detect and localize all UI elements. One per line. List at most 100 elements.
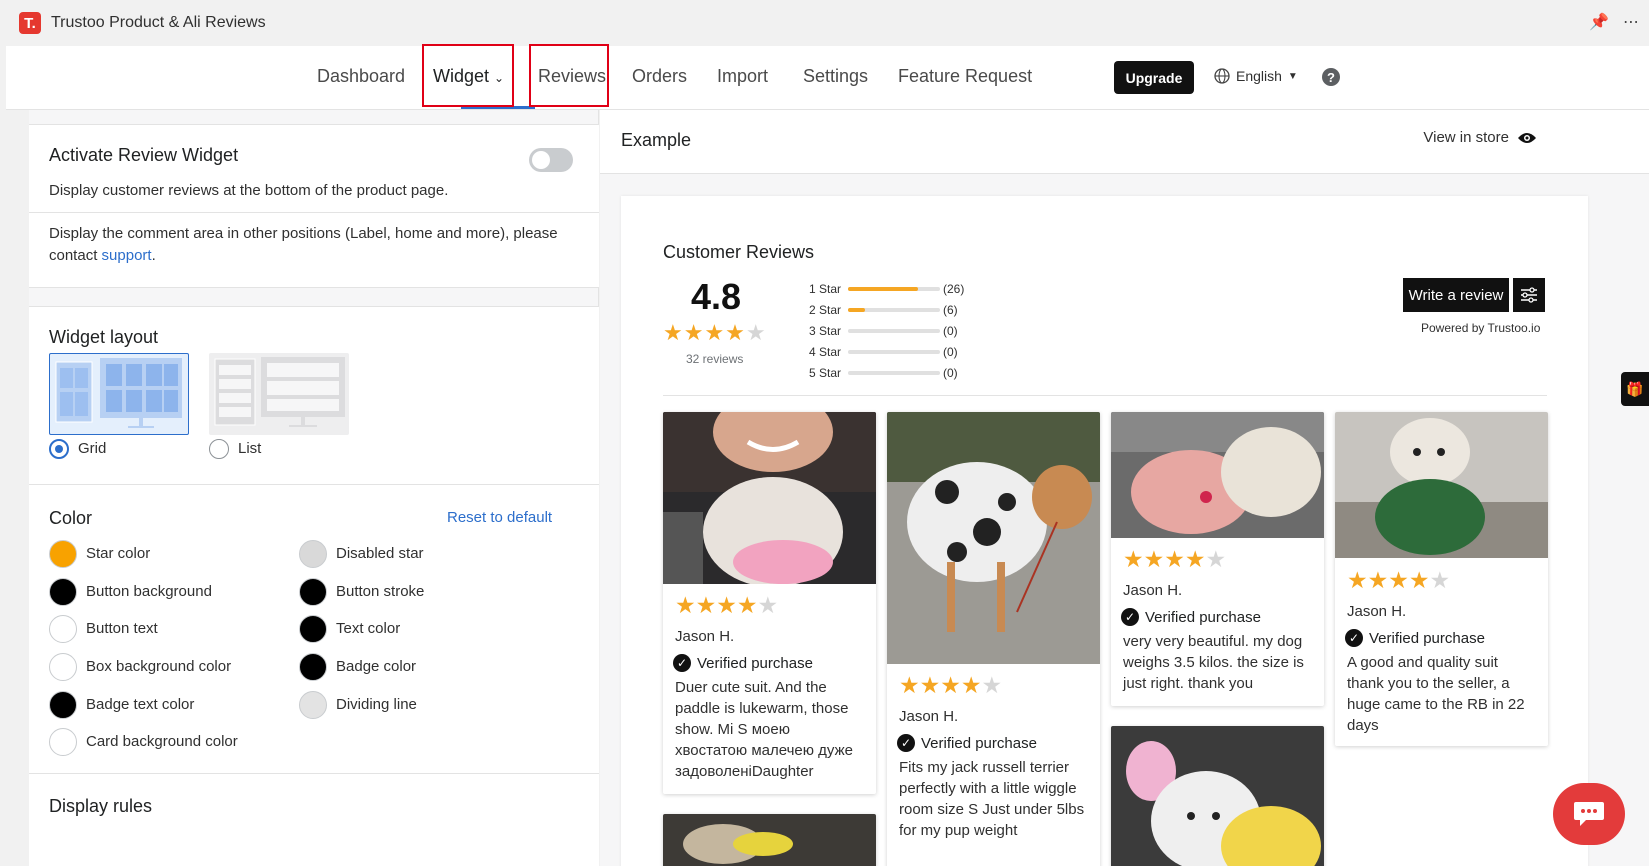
support-link[interactable]: support	[102, 247, 152, 264]
distribution-count: (0)	[943, 345, 958, 359]
distribution-fill	[848, 308, 865, 312]
nav-dashboard[interactable]: Dashboard	[317, 66, 405, 87]
review-card[interactable]: ★★★★★ Jason H. ✓ Verified purchase very v…	[1111, 412, 1324, 706]
review-photo[interactable]	[1335, 412, 1548, 558]
color-swatch[interactable]	[299, 578, 327, 606]
example-title: Example	[621, 130, 692, 150]
review-stars: ★★★★★	[899, 672, 1003, 698]
nav-import[interactable]: Import	[717, 66, 768, 87]
caret-down-icon: ▼	[1287, 70, 1298, 82]
color-swatch[interactable]	[49, 578, 77, 606]
language-selector[interactable]: English ▼	[1214, 68, 1298, 84]
list-layout-thumbnail[interactable]	[209, 353, 349, 435]
grid-radio[interactable]	[49, 439, 69, 459]
check-icon: ✓	[1345, 629, 1363, 647]
color-swatch-label: Dividing line	[336, 696, 417, 713]
verified-badge: ✓ Verified purchase	[673, 654, 813, 672]
view-in-store-label: View in store	[1423, 129, 1509, 146]
settings-panel: Activate Review Widget Display customer …	[29, 110, 599, 866]
verified-badge: ✓ Verified purchase	[1345, 629, 1485, 647]
review-text: Duer cute suit. And the paddle is lukewa…	[675, 679, 853, 780]
distribution-label: 2 Star	[809, 303, 842, 317]
color-swatch[interactable]	[299, 653, 327, 681]
color-swatch-label: Button text	[86, 620, 158, 637]
color-swatch[interactable]	[49, 540, 77, 568]
help-icon[interactable]: ?	[1322, 68, 1340, 86]
distribution-bar	[848, 308, 940, 312]
color-card: Color Reset to default Star color Button …	[29, 484, 599, 774]
activate-card: Activate Review Widget Display customer …	[29, 124, 599, 288]
reviewer-name: Jason H.	[899, 708, 959, 725]
color-swatch-label: Disabled star	[336, 545, 424, 562]
highlight-widget	[422, 44, 514, 107]
reset-default-link[interactable]: Reset to default	[447, 507, 552, 529]
review-stars: ★★★★★	[1347, 567, 1451, 593]
top-nav: Dashboard Widget ⌄ Reviews Orders Import…	[6, 46, 1649, 110]
app-title: Trustoo Product & Ali Reviews	[51, 14, 266, 31]
upgrade-button[interactable]: Upgrade	[1114, 61, 1194, 94]
verified-label: Verified purchase	[921, 734, 1037, 752]
verified-label: Verified purchase	[697, 654, 813, 672]
layout-title: Widget layout	[49, 327, 159, 347]
color-swatch[interactable]	[49, 728, 77, 756]
color-swatch-label: Badge text color	[86, 696, 195, 713]
list-label: List	[238, 440, 262, 457]
sliders-icon	[1521, 287, 1537, 303]
pin-icon[interactable]: 📌	[1589, 12, 1609, 32]
distribution-label: 5 Star	[809, 366, 842, 380]
grid-layout-thumbnail[interactable]	[49, 353, 189, 435]
more-icon[interactable]: ⋯	[1623, 12, 1639, 32]
distribution-label: 4 Star	[809, 345, 842, 359]
nav-orders[interactable]: Orders	[632, 66, 687, 87]
color-swatch[interactable]	[49, 615, 77, 643]
list-radio[interactable]	[209, 439, 229, 459]
chat-button[interactable]	[1553, 783, 1625, 845]
distribution-label: 3 Star	[809, 324, 842, 338]
verified-badge: ✓ Verified purchase	[1121, 608, 1261, 626]
review-card[interactable]	[1111, 726, 1324, 866]
review-card[interactable]: ★★★★★ Jason H. ✓ Verified purchase Duer c…	[663, 412, 876, 794]
app-logo: T.	[19, 12, 41, 34]
chat-icon	[1574, 802, 1604, 826]
activate-toggle[interactable]	[529, 148, 573, 172]
distribution-label: 1 Star	[809, 282, 842, 296]
review-photo[interactable]	[663, 814, 876, 866]
preview-area: Customer Reviews 4.8 ★★★★★ 32 reviews Wr…	[600, 174, 1649, 866]
layout-card: Widget layout Grid List	[29, 306, 599, 486]
language-label: English	[1236, 68, 1282, 84]
color-swatch-label: Star color	[86, 545, 151, 562]
review-photo[interactable]	[1111, 726, 1324, 866]
customer-reviews-heading: Customer Reviews	[663, 242, 815, 262]
review-text: A good and quality suit thank you to the…	[1347, 654, 1525, 734]
grid-label: Grid	[78, 440, 107, 457]
filter-button[interactable]	[1513, 278, 1545, 312]
write-review-button[interactable]: Write a review	[1403, 278, 1509, 312]
nav-settings[interactable]: Settings	[803, 66, 868, 87]
display-rules-title: Display rules	[49, 796, 153, 816]
review-photo[interactable]	[663, 412, 876, 584]
review-card[interactable]	[663, 814, 876, 866]
review-text: Fits my jack russell terrier perfectly w…	[899, 759, 1085, 839]
average-stars: ★★★★★	[663, 320, 767, 345]
nav-feature-request[interactable]: Feature Request	[898, 66, 1032, 87]
review-card[interactable]: ★★★★★ Jason H. ✓ Verified purchase Fits m…	[887, 412, 1100, 866]
review-photo[interactable]	[1111, 412, 1324, 538]
check-icon: ✓	[673, 654, 691, 672]
color-swatch-label: Text color	[336, 620, 401, 637]
color-swatch[interactable]	[49, 691, 77, 719]
distribution-bar	[848, 371, 940, 375]
eye-icon	[1518, 132, 1536, 143]
color-swatch-label: Badge color	[336, 658, 417, 675]
gift-icon[interactable]: 🎁	[1621, 372, 1649, 406]
distribution-count: (26)	[943, 282, 965, 296]
activate-title: Activate Review Widget	[49, 145, 239, 165]
color-swatch[interactable]	[299, 615, 327, 643]
view-in-store-link[interactable]: View in store	[1423, 129, 1537, 146]
color-swatch[interactable]	[299, 691, 327, 719]
review-card[interactable]: ★★★★★ Jason H. ✓ Verified purchase A good…	[1335, 412, 1548, 746]
color-swatch[interactable]	[299, 540, 327, 568]
color-swatch[interactable]	[49, 653, 77, 681]
activate-desc: Display customer reviews at the bottom o…	[49, 182, 449, 199]
review-stars: ★★★★★	[675, 592, 779, 618]
review-photo[interactable]	[887, 412, 1100, 664]
